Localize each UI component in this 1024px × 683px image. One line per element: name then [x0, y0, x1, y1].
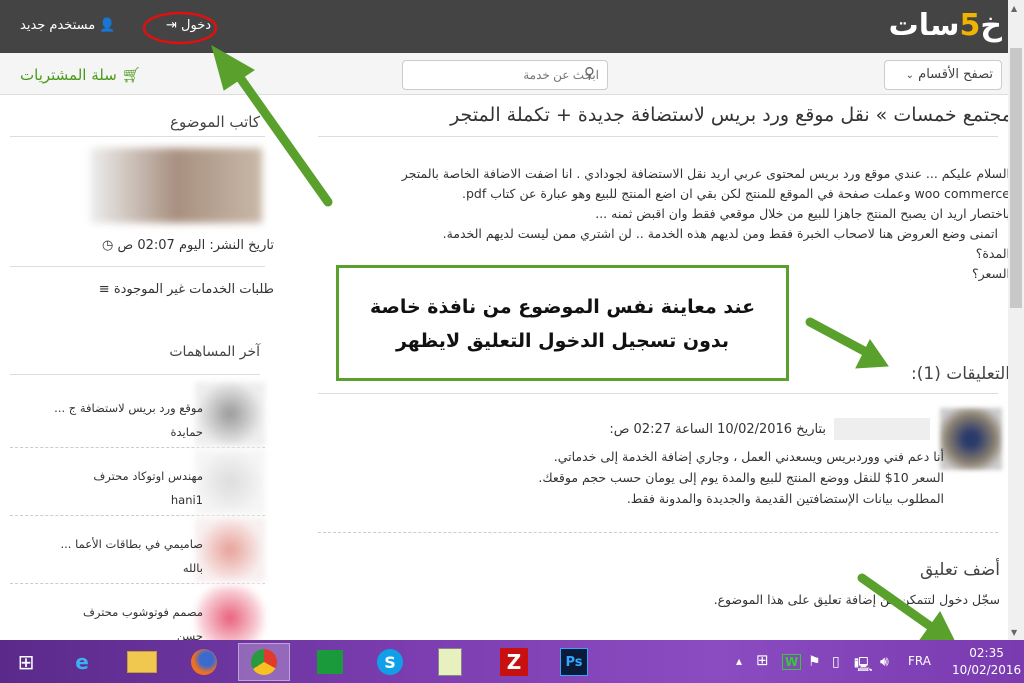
red-circle-login [142, 11, 218, 45]
input-language[interactable]: FRA [908, 654, 931, 668]
internet-explorer-icon[interactable]: e [56, 643, 108, 681]
action-center-flag-icon[interactable]: ⚑ [808, 654, 821, 670]
chrome-icon[interactable] [238, 643, 290, 681]
volume-icon[interactable]: 🔊︎ [880, 654, 889, 670]
skype-icon[interactable]: S [364, 643, 416, 681]
firefox-icon[interactable] [178, 643, 230, 681]
file-explorer-icon[interactable] [116, 643, 168, 681]
green-arrow-clock [857, 573, 935, 631]
clock-time: 02:35 [969, 646, 1004, 660]
tray-expand-icon[interactable]: ▴ [736, 654, 742, 668]
battery-icon[interactable]: ▯ [832, 654, 840, 670]
taskbar-clock[interactable]: 02:35 10/02/2016 [952, 645, 1021, 679]
tray-windows-icon[interactable]: ⊞ [756, 651, 769, 669]
green-arrow-comments [805, 317, 871, 357]
photoshop-icon[interactable]: Ps [548, 643, 600, 681]
green-arrow-login [231, 67, 333, 207]
annotation-overlay [142, 11, 1018, 683]
filezilla-icon[interactable]: Z [488, 643, 540, 681]
notepad-plus-plus-icon[interactable] [424, 643, 476, 681]
store-icon[interactable] [304, 643, 356, 681]
tray-green-app-icon[interactable]: W [782, 654, 802, 670]
clock-date: 10/02/2016 [952, 663, 1022, 677]
network-icon[interactable]: 🖳︎ [854, 654, 873, 678]
start-button-windows-icon[interactable]: ⊞ [0, 643, 52, 681]
